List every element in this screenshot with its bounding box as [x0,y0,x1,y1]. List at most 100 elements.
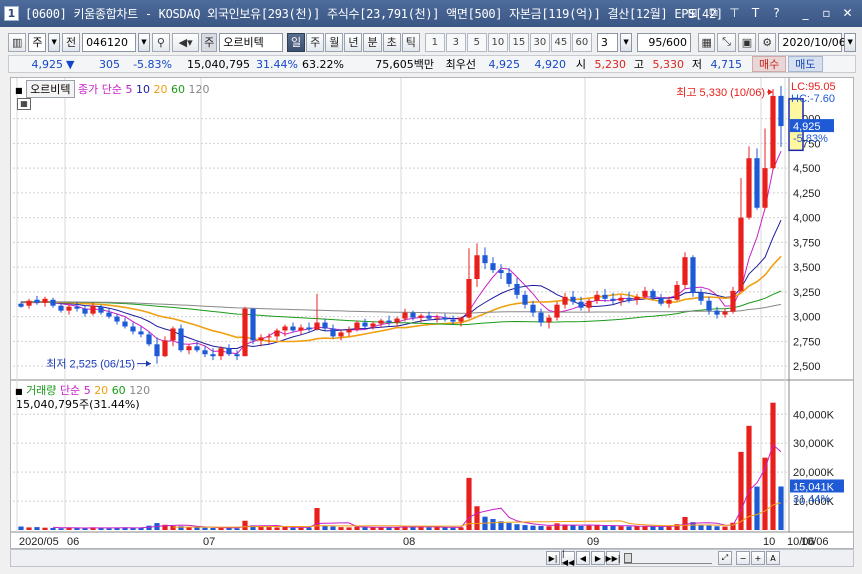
candle-body [426,315,432,319]
window-control-7[interactable]: ✕ [839,4,856,21]
chart-scrollbar[interactable]: ▶| |◀◀ ◀ ▶ ▶▶| ⤢ − + A [10,549,854,567]
stock-name-field[interactable]: 오르비텍 [219,32,283,52]
price-tick-label: 3,250 [793,287,821,299]
candle-body [722,311,728,315]
date-input[interactable]: 2020/10/06 [778,32,846,52]
volume-bar [778,486,784,530]
speaker-icon[interactable]: ◀▾ [172,32,200,52]
volume-bar [746,425,752,530]
price-change: 305 [99,57,120,71]
sell-button[interactable]: 매도 [788,56,823,72]
chart-type-icon[interactable]: ▥ [8,32,27,52]
scroll-start-button[interactable]: |◀◀ [561,549,575,567]
period-tab-4[interactable]: 분 [363,32,382,52]
interval-button-5[interactable]: 5 [466,32,487,52]
grid-settings-icon[interactable]: ▦ [698,32,716,52]
volume-ma-line-5 [52,444,782,529]
interval-button-3[interactable]: 3 [445,32,466,52]
interval-button-10[interactable]: 10 [487,32,508,52]
font-size-icon[interactable]: A [766,551,780,565]
scroll-prev-button[interactable]: ◀ [576,551,590,565]
candle-body [714,310,720,315]
ma-period-120: 120 [188,83,210,96]
volume-bar [338,527,344,530]
volume-bar [210,527,216,530]
crosshair-icon[interactable]: ⤡ [717,32,736,52]
interval-button-60[interactable]: 60 [571,32,592,52]
window-control-0[interactable]: ⊞ [684,4,701,21]
candle-body [82,308,88,314]
interval-button-1[interactable]: 1 [424,32,445,52]
scroll-first-button[interactable]: ▶| [546,551,560,565]
interval-button-45[interactable]: 45 [550,32,571,52]
volume-bar [618,526,624,530]
last-change-label: -5.83% [793,133,828,145]
candle-body [322,322,328,329]
candle-body [778,95,784,127]
zoom-in-icon[interactable]: + [751,551,765,565]
chart-area[interactable]: 5,0004,7504,5004,2504,0003,7503,5003,250… [10,77,854,549]
volume-bar [42,527,48,530]
scroll-next-button[interactable]: ▶ [591,551,605,565]
search-icon[interactable]: ⚲ [151,32,171,52]
save-icon[interactable]: ▣ [737,32,757,52]
period-tab-3[interactable]: 년 [344,32,363,52]
window-control-6[interactable]: ▫ [818,4,835,21]
x-tick-label: 10 [763,536,775,548]
stock-chart[interactable]: 5,0004,7504,5004,2504,0003,7503,5003,250… [11,78,853,548]
window-title: [0600] 키움종합차트 - KOSDAQ 외국인보유[293(천)] 주식수… [25,7,723,21]
window-control-1[interactable]: ⧉ [705,4,722,21]
volume-bar [506,523,512,530]
candle-body [370,323,376,327]
zoom-slider[interactable] [624,552,712,564]
interval-button-15[interactable]: 15 [508,32,529,52]
count-input[interactable]: 95/600 [636,32,692,52]
open-price: 5,230 [594,57,627,71]
period-tab-5[interactable]: 초 [382,32,401,52]
period-tab-1[interactable]: 주 [306,32,325,52]
candle-body [762,168,768,208]
gear-icon[interactable]: ⚙ [758,32,777,52]
volume-bar [698,524,704,530]
period-tab-2[interactable]: 월 [325,32,344,52]
market-select[interactable]: 주 [28,32,47,52]
period-tabs: 일주월년분초틱 [286,32,420,52]
window-control-2[interactable]: ⊤ [726,4,743,21]
window-control-3[interactable]: T [747,4,764,21]
price-panel-tag[interactable]: 오르비텍 [26,80,75,98]
period-tab-6[interactable]: 틱 [401,32,420,52]
low-label: 저 [691,58,702,71]
buy-button[interactable]: 매수 [752,56,787,72]
turnover-ratio: 63.22% [302,57,344,71]
volume-bar [58,528,64,530]
volume-bar [706,525,712,530]
zoom-out-icon[interactable]: − [736,551,750,565]
chevron-down-icon[interactable]: ▼ [48,32,60,52]
zoom-reset-icon[interactable]: ⤢ [718,551,732,565]
volume-bar [434,527,440,530]
candle-body [682,257,688,285]
volume-bar [34,527,40,530]
volume-bar [234,528,240,530]
stock-code-input[interactable]: 046120 [82,32,137,52]
window-control-4[interactable]: ? [768,4,785,21]
candle-body [394,318,400,323]
candle-body [258,337,264,341]
chevron-down-icon[interactable]: ▼ [620,32,632,52]
interval-button-30[interactable]: 30 [529,32,550,52]
zoom-slider-handle[interactable] [624,553,632,563]
interval-input[interactable]: 3 [596,32,619,52]
prev-button[interactable]: 전 [61,32,81,52]
volume-bar [530,525,536,530]
calendar-dropdown-icon[interactable]: ▼ [844,32,856,52]
scroll-end-button[interactable]: ▶▶| [606,551,621,565]
table-toggle-icon[interactable]: ▦ [17,98,31,110]
volume-bar [106,528,112,530]
volume-bar [50,527,56,530]
period-tab-0[interactable]: 일 [286,32,306,52]
volume-bar [490,519,496,530]
window-control-5[interactable]: _ [797,4,814,21]
candle-body [738,217,744,291]
x-tick-label: 08 [403,536,415,548]
chevron-down-icon[interactable]: ▼ [138,32,150,52]
